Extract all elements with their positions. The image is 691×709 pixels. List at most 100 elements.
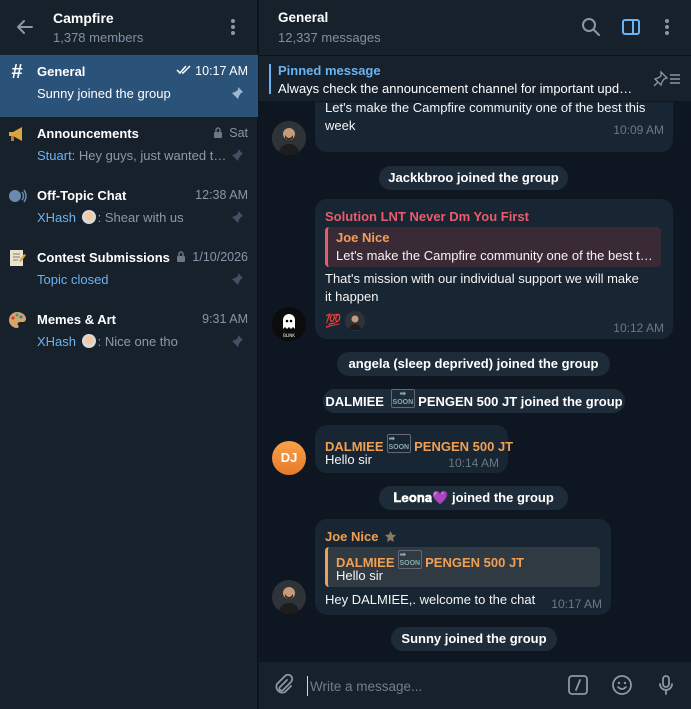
hundred-emoji-icon: 💯 — [325, 313, 342, 328]
message-input[interactable] — [307, 676, 557, 696]
preview-sender: XHash — [37, 210, 77, 225]
topic-item-announcements[interactable]: Announcements Sat Stuart: Hey guys, just… — [0, 117, 258, 179]
pinned-text: Always check the announcement channel fo… — [278, 81, 633, 96]
sidebar-toggle-icon[interactable] — [621, 17, 641, 37]
pin-icon — [231, 273, 243, 286]
search-icon[interactable] — [581, 17, 601, 37]
soon-tag-text: SOON — [388, 444, 410, 451]
topic-preview: Topic closed — [37, 272, 109, 287]
group-header: Campfire 1,378 members — [0, 0, 257, 55]
message-text: week — [325, 118, 356, 133]
topic-preview: XHash : Shear with us — [37, 210, 227, 225]
commands-icon[interactable] — [567, 674, 589, 696]
topic-item-general[interactable]: # General 10:17 AM Sunny joined the grou… — [0, 55, 258, 117]
attach-icon[interactable] — [272, 674, 294, 696]
pinned-title: Pinned message — [278, 63, 381, 78]
avatar[interactable]: BLINK — [272, 307, 306, 341]
sender-name: PENGEN 500 JT — [414, 439, 514, 454]
more-menu-icon[interactable] — [223, 16, 243, 38]
topics-sidebar: Campfire 1,378 members # General 10:17 A… — [0, 0, 258, 709]
more-menu-icon[interactable] — [657, 17, 677, 37]
service-name: 𝐋𝐞𝐨𝐧𝐚💜 — [393, 490, 449, 505]
soon-tag-text: SOON — [399, 560, 421, 567]
quote-text: Let's make the Campfire community one of… — [336, 248, 658, 263]
topic-item-memes-art[interactable]: Memes & Art 9:31 AM XHash : Nice one tho — [0, 303, 258, 365]
double-check-icon — [176, 65, 191, 75]
avatar[interactable] — [272, 580, 306, 614]
chat-message-count: 12,337 messages — [278, 30, 381, 45]
preview-text: : Nice one tho — [97, 334, 178, 349]
message-time: 10:09 AM — [613, 123, 664, 137]
topic-preview: Sunny joined the group — [37, 86, 171, 101]
hashtag-icon: # — [11, 61, 23, 83]
topic-time-text: 1/10/2026 — [192, 250, 248, 264]
avatar[interactable] — [272, 121, 306, 155]
user-emoji-icon — [81, 210, 96, 224]
message-bubble[interactable]: Joe Nice DALMIEE ➡ SOON PENGEN 500 JT Hello… — [315, 519, 611, 615]
topic-time: 1/10/2026 — [176, 250, 248, 264]
message-time: 10:14 AM — [448, 456, 499, 470]
group-member-count: 1,378 members — [53, 30, 144, 45]
speaking-head-icon — [9, 189, 27, 203]
quote-text: Hello sir — [336, 568, 383, 583]
message-bubble[interactable]: DALMIEE ➡ SOON PENGEN 500 JT Hello sir 10:1… — [315, 425, 513, 473]
message-time: 10:17 AM — [551, 597, 602, 611]
topic-name: General — [37, 64, 86, 79]
message-text: Hello sir — [325, 452, 372, 467]
topic-time: Sat — [213, 126, 248, 140]
service-suffix: joined the group — [517, 394, 623, 409]
pin-icon — [231, 87, 243, 100]
soon-tag-text: SOON — [392, 399, 414, 406]
user-emoji-icon — [81, 334, 96, 348]
preview-text: Hey guys, just wanted to share — [78, 148, 227, 163]
soon-arrow-icon: ➡ SOON — [390, 389, 416, 408]
lock-icon — [214, 127, 223, 138]
topic-name: Off-Topic Chat — [37, 188, 127, 203]
chat-title[interactable]: General — [278, 10, 328, 25]
message-list[interactable]: Let's make the Campfire community one of… — [259, 102, 691, 662]
emoji-icon[interactable] — [611, 674, 633, 696]
pin-icon — [231, 211, 243, 224]
message-bubble[interactable]: Let's make the Campfire community one of… — [315, 102, 673, 152]
pinned-message-bar[interactable]: Pinned message Always check the announce… — [259, 55, 691, 101]
service-message: DALMIEE ➡ SOON PENGEN 500 JT joined the gr… — [323, 389, 625, 413]
lock-icon — [177, 251, 186, 262]
microphone-icon[interactable] — [655, 674, 677, 696]
topic-time: 12:38 AM — [195, 188, 248, 202]
reply-quote[interactable]: Joe Nice Let's make the Campfire communi… — [325, 227, 661, 267]
quote-sender: DALMIEE ➡ SOON PENGEN 500 JT — [336, 550, 524, 570]
topic-preview: Stuart: Hey guys, just wanted to share — [37, 148, 227, 163]
topic-time: 9:31 AM — [202, 312, 248, 326]
chat-header: General 12,337 messages — [259, 0, 691, 55]
service-message: 𝐋𝐞𝐨𝐧𝐚💜 joined the group — [379, 486, 568, 510]
pin-icon — [231, 335, 243, 348]
topic-name: Announcements — [37, 126, 139, 141]
pin-icon — [231, 149, 243, 162]
ghost-logo-icon: BLINK — [272, 307, 306, 341]
reaction-chip[interactable]: 💯 — [325, 311, 369, 333]
topic-time-text: Sat — [229, 126, 248, 140]
message-bubble[interactable]: Solution LNT Never Dm You First Joe Nice… — [315, 199, 673, 339]
soon-arrow-icon: ➡ SOON — [386, 434, 412, 453]
star-badge-icon — [385, 531, 397, 542]
message-sender[interactable]: Solution LNT Never Dm You First — [325, 209, 529, 224]
message-sender[interactable]: Joe Nice — [325, 529, 397, 544]
group-title[interactable]: Campfire — [53, 10, 114, 26]
reactor-avatar — [345, 311, 365, 331]
preview-text: : Shear with us — [97, 210, 184, 225]
topic-item-off-topic-chat[interactable]: Off-Topic Chat 12:38 AM XHash : Shear wi… — [0, 179, 258, 241]
reply-quote[interactable]: DALMIEE ➡ SOON PENGEN 500 JT Hello sir — [325, 547, 600, 587]
topic-item-contest-submissions[interactable]: Contest Submissions 1/10/2026 Topic clos… — [0, 241, 258, 303]
message-text: it happen — [325, 289, 379, 304]
svg-text:BLINK: BLINK — [283, 333, 295, 338]
megaphone-icon — [9, 127, 22, 141]
pinned-list-icon[interactable] — [653, 70, 681, 88]
soon-arrow-icon: ➡ SOON — [397, 550, 423, 569]
avatar-initials[interactable]: DJ — [272, 441, 306, 475]
chat-panel: General 12,337 messages Pinned message A… — [259, 0, 691, 709]
service-suffix: joined the group — [448, 490, 554, 505]
service-message: angela (sleep deprived) joined the group — [337, 352, 610, 376]
back-arrow-icon[interactable] — [14, 16, 36, 38]
preview-sender: Stuart: — [37, 148, 76, 163]
memo-icon — [10, 250, 26, 266]
